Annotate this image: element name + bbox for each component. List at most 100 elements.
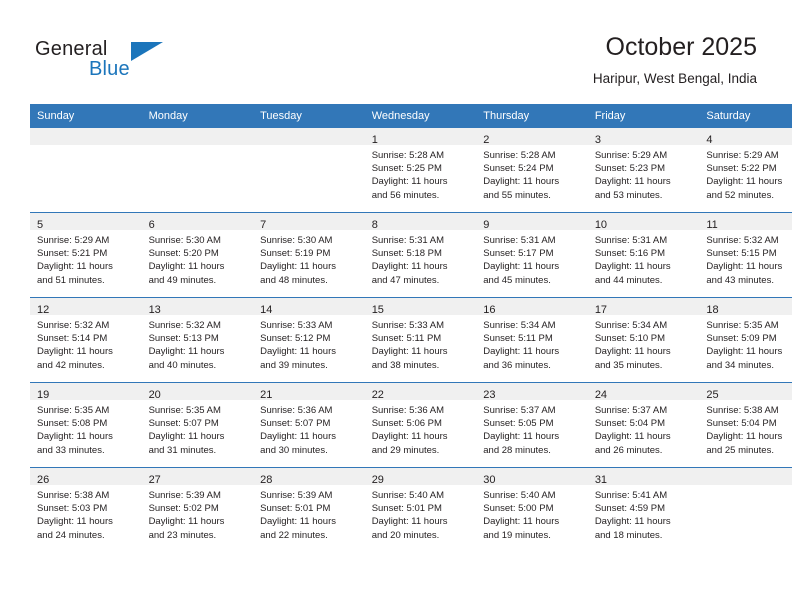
day-number: 9 <box>483 219 490 231</box>
calendar-cell-inner <box>253 128 365 212</box>
calendar-day-cell[interactable]: 5 Sunrise: 5:29 AM Sunset: 5:21 PM Daylight… <box>30 212 142 298</box>
calendar-cell-empty <box>141 127 254 213</box>
calendar-day-cell[interactable]: 17 Sunrise: 5:34 AM Sunset: 5:10 PM Dayligh… <box>587 297 700 383</box>
day-details: Sunrise: 5:28 AM Sunset: 5:24 PM Daylight:… <box>476 145 588 202</box>
calendar-day-cell[interactable]: 30 Sunrise: 5:40 AM Sunset: 5:00 PM Dayligh… <box>476 467 588 552</box>
calendar-cell-inner <box>30 128 142 212</box>
day-number: 30 <box>483 474 496 486</box>
daylight-line: Daylight: 11 hours <box>371 176 448 188</box>
daylight-line: Daylight: 11 hours <box>483 431 560 443</box>
day-number-bar: 23 <box>476 383 588 401</box>
sunrise-line: Sunrise: 5:41 AM <box>594 490 668 501</box>
day-details: Sunrise: 5:29 AM Sunset: 5:21 PM Daylight:… <box>30 230 142 287</box>
day-number-bar: 19 <box>30 383 142 401</box>
calendar-day-cell[interactable]: 6 Sunrise: 5:30 AM Sunset: 5:20 PM Daylight… <box>141 212 254 298</box>
calendar-day-cell[interactable]: 16 Sunrise: 5:34 AM Sunset: 5:11 PM Dayligh… <box>476 297 588 383</box>
sunrise-line: Sunrise: 5:30 AM <box>148 235 221 246</box>
day-details: Sunrise: 5:39 AM Sunset: 5:02 PM Daylight:… <box>142 485 254 542</box>
day-number-bar: 31 <box>587 468 700 486</box>
daylight-line-continued: and 25 minutes. <box>706 444 774 456</box>
page-subtitle: Haripur, West Bengal, India <box>592 71 757 86</box>
calendar-day-cell[interactable]: 26 Sunrise: 5:38 AM Sunset: 5:03 PM Dayligh… <box>30 467 142 552</box>
calendar-cell-inner: 3 Sunrise: 5:29 AM Sunset: 5:23 PM Daylight… <box>587 128 700 212</box>
daylight-line: Daylight: 11 hours <box>260 431 336 443</box>
calendar-cell-empty <box>253 127 365 213</box>
calendar-day-cell[interactable]: 2 Sunrise: 5:28 AM Sunset: 5:24 PM Daylight… <box>476 127 588 213</box>
day-number-bar: 12 <box>30 298 142 316</box>
calendar-day-cell[interactable]: 3 Sunrise: 5:29 AM Sunset: 5:23 PM Daylight… <box>587 127 700 213</box>
calendar-day-cell[interactable]: 28 Sunrise: 5:39 AM Sunset: 5:01 PM Dayligh… <box>253 467 365 552</box>
calendar-day-cell[interactable]: 23 Sunrise: 5:37 AM Sunset: 5:05 PM Dayligh… <box>476 382 588 468</box>
sunrise-line: Sunrise: 5:32 AM <box>706 235 779 246</box>
calendar-day-cell[interactable]: 12 Sunrise: 5:32 AM Sunset: 5:14 PM Dayligh… <box>30 297 142 383</box>
day-details: Sunrise: 5:29 AM Sunset: 5:22 PM Daylight:… <box>699 145 792 202</box>
calendar-day-cell[interactable]: 15 Sunrise: 5:33 AM Sunset: 5:11 PM Dayligh… <box>364 297 477 383</box>
weekday-header-friday: Friday <box>587 104 700 128</box>
sunrise-line: Sunrise: 5:34 AM <box>483 320 556 331</box>
calendar-day-cell[interactable]: 21 Sunrise: 5:36 AM Sunset: 5:07 PM Dayligh… <box>253 382 365 468</box>
sunrise-line: Sunrise: 5:32 AM <box>148 320 221 331</box>
calendar-day-cell[interactable]: 29 Sunrise: 5:40 AM Sunset: 5:01 PM Dayligh… <box>364 467 477 552</box>
sunrise-line: Sunrise: 5:35 AM <box>37 405 110 416</box>
page-header: General Blue October 2025 Haripur, West … <box>0 0 792 103</box>
daylight-line: Daylight: 11 hours <box>148 431 225 443</box>
calendar-cell-inner: 15 Sunrise: 5:33 AM Sunset: 5:11 PM Dayligh… <box>364 298 477 382</box>
sunrise-line: Sunrise: 5:35 AM <box>148 405 221 416</box>
sunset-line: Sunset: 5:04 PM <box>594 418 666 430</box>
sunset-line: Sunset: 5:12 PM <box>260 333 331 345</box>
sunrise-line: Sunrise: 5:38 AM <box>706 405 779 416</box>
day-details: Sunrise: 5:35 AM Sunset: 5:08 PM Daylight:… <box>30 400 142 457</box>
calendar-day-cell[interactable]: 14 Sunrise: 5:33 AM Sunset: 5:12 PM Dayligh… <box>253 297 365 383</box>
calendar-cell-empty <box>30 127 142 213</box>
day-number-bar: 9 <box>476 213 588 231</box>
calendar-day-cell[interactable]: 31 Sunrise: 5:41 AM Sunset: 4:59 PM Dayligh… <box>587 467 700 552</box>
daylight-line: Daylight: 11 hours <box>483 516 560 528</box>
day-number: 18 <box>706 304 719 316</box>
calendar-cell-inner: 23 Sunrise: 5:37 AM Sunset: 5:05 PM Dayligh… <box>476 383 588 467</box>
daylight-line-continued: and 23 minutes. <box>148 529 217 541</box>
calendar-day-cell[interactable]: 25 Sunrise: 5:38 AM Sunset: 5:04 PM Dayligh… <box>699 382 792 468</box>
day-details: Sunrise: 5:31 AM Sunset: 5:18 PM Daylight:… <box>365 230 477 287</box>
sunset-line: Sunset: 5:01 PM <box>371 503 442 515</box>
calendar-cell-inner: 24 Sunrise: 5:37 AM Sunset: 5:04 PM Dayligh… <box>587 383 700 467</box>
calendar-day-cell[interactable]: 13 Sunrise: 5:32 AM Sunset: 5:13 PM Dayligh… <box>141 297 254 383</box>
daylight-line: Daylight: 11 hours <box>594 261 671 273</box>
daylight-line-continued: and 45 minutes. <box>483 274 551 286</box>
daylight-line-continued: and 43 minutes. <box>706 274 774 286</box>
sunset-line: Sunset: 5:01 PM <box>260 503 331 515</box>
calendar-day-cell[interactable]: 1 Sunrise: 5:28 AM Sunset: 5:25 PM Daylight… <box>364 127 477 213</box>
calendar-day-cell[interactable]: 18 Sunrise: 5:35 AM Sunset: 5:09 PM Dayligh… <box>699 297 792 383</box>
sunset-line: Sunset: 5:14 PM <box>37 333 108 345</box>
sunset-line: Sunset: 5:16 PM <box>594 248 666 260</box>
calendar-day-cell[interactable]: 24 Sunrise: 5:37 AM Sunset: 5:04 PM Dayligh… <box>587 382 700 468</box>
daylight-line-continued: and 30 minutes. <box>260 444 328 456</box>
day-details: Sunrise: 5:40 AM Sunset: 5:01 PM Daylight:… <box>365 485 477 542</box>
daylight-line-continued: and 33 minutes. <box>37 444 105 456</box>
calendar-day-cell[interactable]: 9 Sunrise: 5:31 AM Sunset: 5:17 PM Daylight… <box>476 212 588 298</box>
calendar-day-cell[interactable]: 4 Sunrise: 5:29 AM Sunset: 5:22 PM Daylight… <box>699 127 792 213</box>
day-details: Sunrise: 5:34 AM Sunset: 5:11 PM Daylight:… <box>476 315 588 372</box>
calendar-day-cell[interactable]: 7 Sunrise: 5:30 AM Sunset: 5:19 PM Daylight… <box>253 212 365 298</box>
day-details: Sunrise: 5:31 AM Sunset: 5:16 PM Daylight:… <box>588 230 700 287</box>
sunset-line: Sunset: 5:20 PM <box>148 248 219 260</box>
daylight-line: Daylight: 11 hours <box>371 431 448 443</box>
calendar-day-cell[interactable]: 8 Sunrise: 5:31 AM Sunset: 5:18 PM Daylight… <box>364 212 477 298</box>
logo-text-blue: Blue <box>89 58 130 80</box>
calendar-day-cell[interactable]: 22 Sunrise: 5:36 AM Sunset: 5:06 PM Dayligh… <box>364 382 477 468</box>
sunrise-line: Sunrise: 5:34 AM <box>594 320 668 331</box>
day-number: 1 <box>371 134 378 146</box>
sunset-line: Sunset: 5:03 PM <box>37 503 108 515</box>
daylight-line-continued: and 56 minutes. <box>371 189 440 201</box>
calendar-day-cell[interactable]: 11 Sunrise: 5:32 AM Sunset: 5:15 PM Dayligh… <box>699 212 792 298</box>
day-number-bar: 21 <box>253 383 365 401</box>
calendar-day-cell[interactable]: 19 Sunrise: 5:35 AM Sunset: 5:08 PM Dayligh… <box>30 382 142 468</box>
sunset-line: Sunset: 5:04 PM <box>706 418 777 430</box>
sunrise-line: Sunrise: 5:39 AM <box>148 490 221 501</box>
calendar-cell-inner: 29 Sunrise: 5:40 AM Sunset: 5:01 PM Dayligh… <box>364 468 477 552</box>
calendar-day-cell[interactable]: 10 Sunrise: 5:31 AM Sunset: 5:16 PM Dayligh… <box>587 212 700 298</box>
day-number: 28 <box>260 474 273 486</box>
calendar-cell-inner: 11 Sunrise: 5:32 AM Sunset: 5:15 PM Dayligh… <box>699 213 792 297</box>
calendar-day-cell[interactable]: 27 Sunrise: 5:39 AM Sunset: 5:02 PM Dayligh… <box>141 467 254 552</box>
calendar-day-cell[interactable]: 20 Sunrise: 5:35 AM Sunset: 5:07 PM Dayligh… <box>141 382 254 468</box>
daylight-line: Daylight: 11 hours <box>483 261 560 273</box>
